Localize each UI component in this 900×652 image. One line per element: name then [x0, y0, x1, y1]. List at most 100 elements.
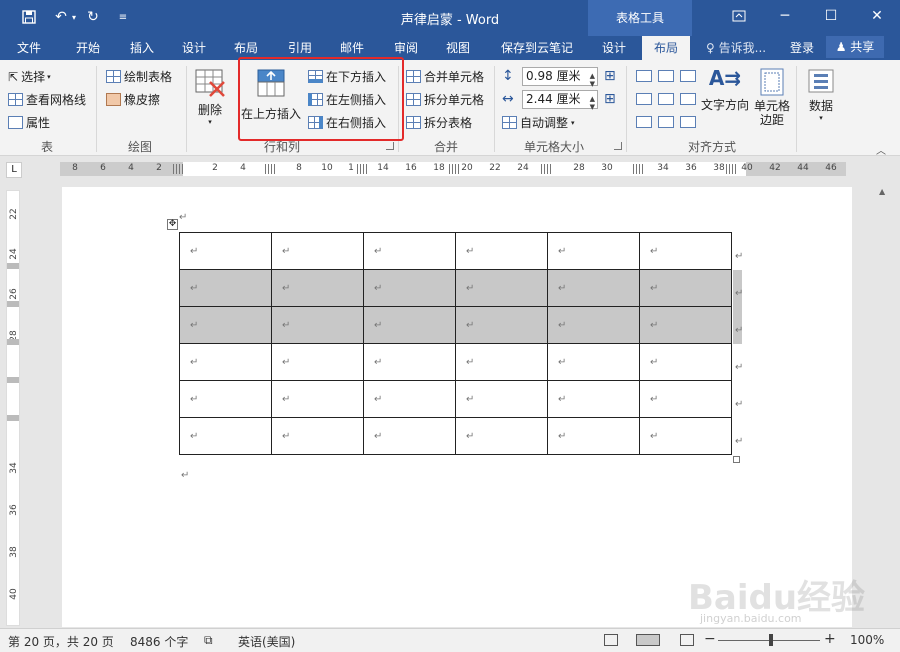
column-marker[interactable] — [541, 164, 551, 174]
maximize-icon[interactable]: ☐ — [808, 0, 854, 32]
redo-icon[interactable]: ↻ — [82, 6, 104, 28]
split-table-button[interactable]: 拆分表格 — [406, 114, 472, 131]
table-cell[interactable]: ↵ — [179, 343, 272, 381]
tab-design[interactable]: 设计 — [172, 36, 216, 60]
row-height-input[interactable]: 0.98 厘米 ▲ ▼ — [522, 67, 598, 88]
undo-dropdown-icon[interactable]: ▾ — [68, 6, 80, 28]
align-bottom-center-icon[interactable] — [658, 116, 674, 128]
ribbon-display-options-icon[interactable] — [716, 0, 762, 32]
text-direction-button[interactable]: A⇉ 文字方向 — [700, 66, 750, 113]
table-cell[interactable]: ↵ — [363, 269, 456, 307]
table-cell[interactable]: ↵ — [271, 380, 364, 418]
vertical-scrollbar[interactable]: ▲ — [876, 187, 892, 627]
page-count[interactable]: 第 20 页，共 20 页 — [8, 633, 114, 650]
language-indicator[interactable]: 英语(美国) — [238, 633, 295, 650]
table-cell[interactable]: ↵ — [639, 269, 732, 307]
tab-table-design[interactable]: 设计 — [592, 36, 636, 60]
table-cell[interactable]: ↵ — [455, 232, 548, 270]
read-mode-icon[interactable] — [604, 634, 618, 646]
column-marker[interactable] — [726, 164, 736, 174]
column-marker[interactable] — [633, 164, 643, 174]
tab-selector[interactable]: L — [6, 162, 22, 178]
zoom-slider-thumb[interactable] — [769, 634, 773, 646]
close-icon[interactable]: ✕ — [854, 0, 900, 32]
cell-margins-button[interactable]: 单元格 边距 — [754, 68, 790, 127]
tab-insert[interactable]: 插入 — [120, 36, 164, 60]
distribute-rows-icon[interactable]: ⊞ — [604, 68, 616, 84]
column-marker[interactable] — [357, 164, 367, 174]
table-cell[interactable]: ↵ — [363, 380, 456, 418]
table-cell[interactable]: ↵ — [179, 232, 272, 270]
align-top-right-icon[interactable] — [680, 70, 696, 82]
table-cell[interactable]: ↵ — [363, 343, 456, 381]
table-cell[interactable]: ↵ — [639, 306, 732, 344]
table-cell[interactable]: ↵ — [547, 269, 640, 307]
spin-down-icon[interactable]: ▼ — [590, 99, 595, 116]
table-cell[interactable]: ↵ — [179, 306, 272, 344]
table-cell[interactable]: ↵ — [271, 417, 364, 455]
tab-home[interactable]: 开始 — [66, 36, 110, 60]
align-bottom-left-icon[interactable] — [636, 116, 652, 128]
table-cell[interactable]: ↵ — [455, 417, 548, 455]
table-cell[interactable]: ↵ — [547, 306, 640, 344]
minimize-icon[interactable]: ─ — [762, 0, 808, 32]
table-cell[interactable]: ↵ — [271, 232, 364, 270]
save-icon[interactable] — [18, 6, 40, 28]
align-top-center-icon[interactable] — [658, 70, 674, 82]
table-cell[interactable]: ↵ — [455, 380, 548, 418]
tab-view[interactable]: 视图 — [436, 36, 480, 60]
autofit-button[interactable]: 自动调整 ▾ — [502, 114, 575, 131]
table-cell[interactable]: ↵ — [547, 232, 640, 270]
row-marker[interactable] — [7, 339, 19, 345]
collapse-ribbon-icon[interactable]: ︿ — [876, 142, 886, 157]
customize-qat-icon[interactable]: ≡ — [112, 6, 134, 28]
table-cell[interactable]: ↵ — [455, 306, 548, 344]
column-marker[interactable] — [265, 164, 275, 174]
table-cell[interactable]: ↵ — [455, 343, 548, 381]
table-cell[interactable]: ↵ — [363, 417, 456, 455]
proofing-icon[interactable]: ⧉ — [204, 633, 213, 648]
merge-cells-button[interactable]: 合并单元格 — [406, 68, 484, 85]
table-cell[interactable]: ↵ — [547, 380, 640, 418]
align-center-right-icon[interactable] — [680, 93, 696, 105]
table-cell[interactable]: ↵ — [455, 269, 548, 307]
table-cell[interactable]: ↵ — [271, 269, 364, 307]
zoom-level[interactable]: 100% — [850, 633, 884, 647]
table-cell[interactable]: ↵ — [271, 343, 364, 381]
rows-columns-dialog-launcher[interactable] — [386, 142, 394, 150]
row-marker[interactable] — [7, 377, 19, 383]
table-cell[interactable]: ↵ — [547, 343, 640, 381]
select-button[interactable]: ⇱ 选择 ▾ — [8, 68, 51, 85]
table-cell[interactable]: ↵ — [363, 306, 456, 344]
table-cell[interactable]: ↵ — [179, 380, 272, 418]
split-cells-button[interactable]: 拆分单元格 — [406, 91, 484, 108]
table-cell[interactable]: ↵ — [179, 269, 272, 307]
column-width-input[interactable]: 2.44 厘米 ▲ ▼ — [522, 90, 598, 111]
table-cell[interactable]: ↵ — [271, 306, 364, 344]
cell-size-dialog-launcher[interactable] — [614, 142, 622, 150]
document-table[interactable]: ↵ ↵ ↵ ↵ ↵ ↵ ↵ ↵ ↵ ↵ ↵ ↵ ↵ ↵ ↵ ↵ ↵ ↵ ↵ ↵ ↵ ↵ ↵ ↵ ↵ ↵ ↵ ↵ ↵ ↵ ↵ ↵ ↵ ↵ ↵ ↵ — [179, 232, 732, 455]
row-marker[interactable] — [7, 415, 19, 421]
zoom-in-button[interactable]: + — [824, 631, 836, 647]
tab-save-to-cloud-notes[interactable]: 保存到云笔记 — [494, 36, 580, 60]
table-cell[interactable]: ↵ — [179, 417, 272, 455]
print-layout-icon[interactable] — [636, 634, 660, 646]
delete-button[interactable]: 删除 ▾ — [192, 68, 228, 130]
scroll-up-icon[interactable]: ▲ — [879, 187, 885, 196]
column-marker[interactable] — [173, 164, 183, 174]
word-count[interactable]: 8486 个字 — [130, 633, 188, 650]
table-cell[interactable]: ↵ — [639, 380, 732, 418]
vertical-ruler[interactable]: 22 24 26 28 34 36 38 40 — [6, 190, 20, 626]
table-cell[interactable]: ↵ — [639, 232, 732, 270]
login-button[interactable]: 登录 — [790, 36, 814, 60]
align-center-left-icon[interactable] — [636, 93, 652, 105]
tell-me-search[interactable]: ♀ 告诉我... — [706, 36, 766, 60]
horizontal-ruler[interactable]: 8 6 4 2 2 4 8 10 1 14 16 18 20 22 24 28 … — [60, 162, 846, 176]
align-bottom-right-icon[interactable] — [680, 116, 696, 128]
view-gridlines-button[interactable]: 查看网格线 — [8, 91, 86, 108]
align-top-left-icon[interactable] — [636, 70, 652, 82]
table-resize-handle[interactable] — [733, 456, 740, 463]
align-center-icon[interactable] — [658, 93, 674, 105]
share-button[interactable]: ♟ 共享 — [826, 36, 884, 58]
web-layout-icon[interactable] — [680, 634, 694, 646]
